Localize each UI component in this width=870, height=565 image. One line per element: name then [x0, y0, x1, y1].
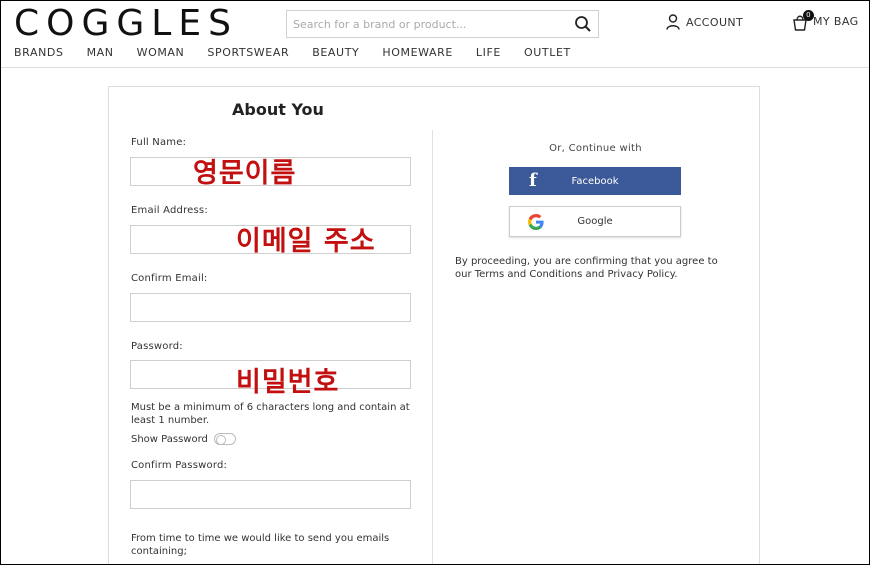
google-login-button[interactable]: Google	[509, 206, 681, 237]
confirm-email-label: Confirm Email:	[131, 273, 208, 284]
main-nav: BRANDS MAN WOMAN SPORTSWEAR BEAUTY HOMEW…	[14, 46, 594, 59]
form-title: About You	[232, 100, 324, 119]
facebook-login-button[interactable]: f Facebook	[509, 167, 681, 195]
annotation-password: 비밀번호	[236, 367, 340, 398]
facebook-icon: f	[529, 170, 537, 191]
password-hint: Must be a minimum of 6 characters long a…	[131, 402, 410, 426]
bag-count-badge: 0	[803, 10, 814, 21]
nav-item-outlet[interactable]: OUTLET	[524, 46, 571, 59]
show-password-label: Show Password	[131, 433, 208, 445]
nav-item-sportswear[interactable]: SPORTSWEAR	[207, 46, 289, 59]
nav-item-homeware[interactable]: HOMEWARE	[382, 46, 453, 59]
password-label: Password:	[131, 341, 183, 352]
user-icon	[666, 14, 680, 30]
annotation-name: 영문이름	[193, 158, 297, 189]
confirm-password-label: Confirm Password:	[131, 460, 228, 471]
full-name-label: Full Name:	[131, 137, 187, 148]
nav-item-beauty[interactable]: BEAUTY	[312, 46, 359, 59]
site-logo[interactable]: COGGLES	[14, 3, 238, 44]
confirm-password-input[interactable]	[130, 480, 411, 509]
facebook-button-label: Facebook	[571, 175, 619, 187]
google-button-label: Google	[577, 216, 613, 227]
nav-item-woman[interactable]: WOMAN	[137, 46, 185, 59]
bag-link[interactable]: 0 MY BAG	[792, 10, 859, 32]
column-divider	[432, 130, 433, 565]
account-label: ACCOUNT	[686, 15, 744, 29]
consent-text: By proceeding, you are confirming that y…	[455, 256, 718, 280]
search-input[interactable]	[287, 11, 557, 37]
confirm-email-input[interactable]	[130, 293, 411, 322]
bag-label: MY BAG	[813, 14, 859, 28]
nav-item-man[interactable]: MAN	[87, 46, 114, 59]
bag-icon-wrap: 0	[792, 10, 814, 32]
or-continue-text: Or, Continue with	[549, 143, 642, 154]
show-password-row: Show Password	[131, 433, 236, 445]
email-label: Email Address:	[131, 205, 208, 216]
search-bar[interactable]	[286, 10, 599, 38]
google-icon	[528, 214, 544, 230]
nav-item-life[interactable]: LIFE	[476, 46, 501, 59]
nav-item-brands[interactable]: BRANDS	[14, 46, 64, 59]
header-divider	[0, 67, 870, 68]
account-link[interactable]: ACCOUNT	[666, 14, 743, 30]
search-icon[interactable]	[574, 15, 592, 33]
show-password-toggle[interactable]	[213, 433, 236, 445]
marketing-emails-note: From time to time we would like to send …	[131, 533, 390, 557]
annotation-email: 이메일 주소	[236, 226, 376, 257]
